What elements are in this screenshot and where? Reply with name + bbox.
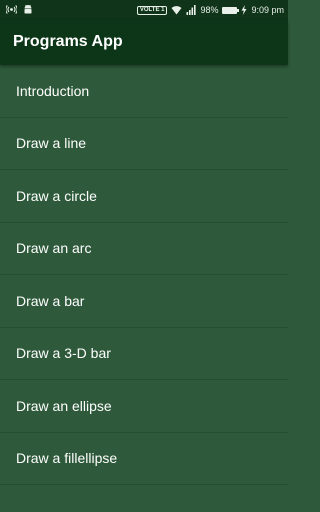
battery-icon xyxy=(222,6,240,14)
programs-list: Introduction Draw a line Draw a circle D… xyxy=(0,65,288,485)
list-item-label: Draw a line xyxy=(16,135,87,152)
list-item-draw-bar[interactable]: Draw a bar xyxy=(0,275,288,328)
list-item-label: Draw a circle xyxy=(16,187,97,204)
list-item-label: Draw an ellipse xyxy=(16,397,112,414)
list-item-label: Draw a 3-D bar xyxy=(16,345,111,362)
clock: 9:09 pm xyxy=(251,5,284,15)
cast-icon xyxy=(6,4,17,15)
signal-icon xyxy=(186,5,197,15)
battery-percent: 98% xyxy=(200,5,219,15)
list-item-label: Draw an arc xyxy=(16,240,92,257)
wifi-icon xyxy=(171,5,182,15)
status-bar-notifications xyxy=(6,4,33,15)
battery-level xyxy=(223,7,237,13)
status-bar: VOLTE 1 98% 9:09 pm xyxy=(0,0,288,20)
android-icon xyxy=(23,4,33,15)
status-bar-system: VOLTE 1 98% 9:09 pm xyxy=(136,4,284,16)
list-item-draw-arc[interactable]: Draw an arc xyxy=(0,223,288,275)
list-item-draw-3d-bar[interactable]: Draw a 3-D bar xyxy=(0,328,288,380)
app-bar: Programs App xyxy=(0,20,288,65)
volte-icon: VOLTE 1 xyxy=(136,5,168,15)
charging-icon xyxy=(241,5,247,15)
list-item-draw-line[interactable]: Draw a line xyxy=(0,118,288,170)
list-item-draw-circle[interactable]: Draw a circle xyxy=(0,170,288,223)
page-title: Programs App xyxy=(13,33,123,50)
list-item-draw-ellipse[interactable]: Draw an ellipse xyxy=(0,380,288,433)
list-item-draw-fillellipse[interactable]: Draw a fillellipse xyxy=(0,433,288,485)
list-item-label: Draw a fillellipse xyxy=(16,450,118,467)
list-item-label: Draw a bar xyxy=(16,292,85,309)
list-item-label: Introduction xyxy=(16,82,90,99)
list-item-introduction[interactable]: Introduction xyxy=(0,65,288,118)
